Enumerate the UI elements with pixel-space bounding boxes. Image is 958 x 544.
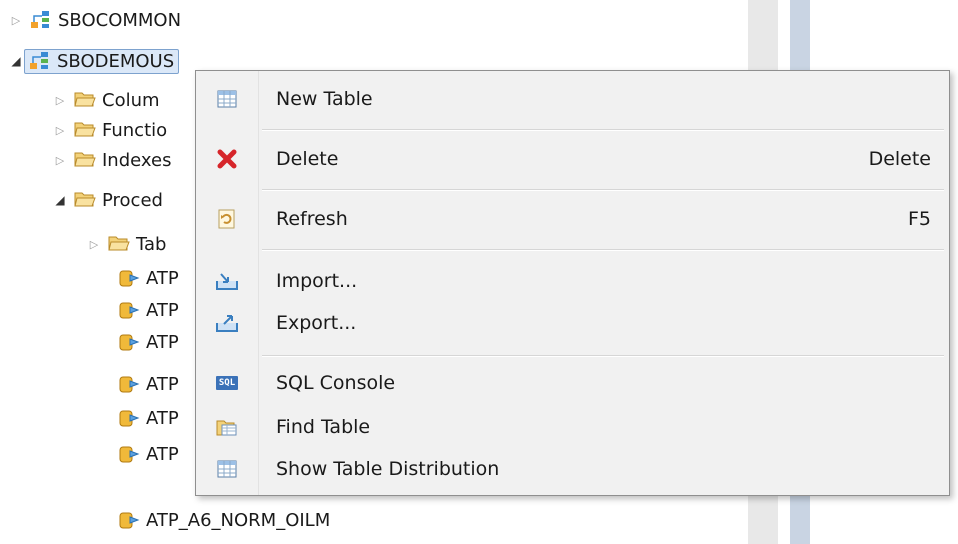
tree-item-sbodemous[interactable]: ◢ SBODEMOUS <box>8 47 180 75</box>
folder-open-icon <box>74 190 96 210</box>
menu-separator <box>262 189 944 191</box>
tree-item-functions-folder[interactable]: ▷ Functio <box>52 116 167 144</box>
menu-item-label: Find Table <box>276 416 371 438</box>
menu-item-label: New Table <box>276 88 373 110</box>
menu-item-shortcut: Delete <box>868 148 931 170</box>
menu-item-label: SQL Console <box>276 372 396 394</box>
procedure-icon <box>118 408 140 428</box>
tree-item-columns-folder[interactable]: ▷ Colum <box>52 86 160 114</box>
tree-item-label: SBOCOMMON <box>58 9 182 31</box>
tree-item-label: ATP <box>146 373 179 395</box>
tree-item-procedure[interactable]: ATP <box>112 370 179 398</box>
delete-x-icon <box>196 149 258 169</box>
tree-item-procedure[interactable]: ATP_A6_NORM_OILM <box>112 506 330 534</box>
tree-item-label: ATP <box>146 267 179 289</box>
export-icon <box>196 314 258 332</box>
tree-item-procedures-folder[interactable]: ◢ Proced <box>52 186 163 214</box>
menu-item-label: Import... <box>276 270 358 292</box>
menu-item-new-table[interactable]: New Table <box>196 79 949 119</box>
menu-item-label: Delete <box>276 148 339 170</box>
tree-item-label: Tab <box>136 233 167 255</box>
procedure-icon <box>118 332 140 352</box>
sql-badge: SQL <box>215 376 239 390</box>
procedure-icon <box>118 300 140 320</box>
expand-arrow-icon[interactable]: ▷ <box>8 12 24 28</box>
menu-item-label: Export... <box>276 312 357 334</box>
tree-item-label: Colum <box>102 89 160 111</box>
procedure-icon <box>118 444 140 464</box>
expand-arrow-icon[interactable]: ▷ <box>86 236 102 252</box>
selection-highlight: SBODEMOUS <box>24 48 180 74</box>
folder-icon <box>74 120 96 140</box>
folder-icon <box>108 234 130 254</box>
tree-item-procedure[interactable]: ATP <box>112 296 179 324</box>
menu-item-refresh[interactable]: Refresh F5 <box>196 199 949 239</box>
menu-separator <box>262 249 944 251</box>
menu-item-delete[interactable]: Delete Delete <box>196 139 949 179</box>
schema-icon <box>30 10 52 30</box>
table-distribution-icon <box>196 460 258 478</box>
procedure-icon <box>118 268 140 288</box>
menu-separator <box>262 129 944 131</box>
menu-item-label: Refresh <box>276 208 348 230</box>
menu-item-sql-console[interactable]: SQL SQL Console <box>196 363 949 403</box>
tree-item-procedure[interactable]: ATP <box>112 440 179 468</box>
expand-arrow-icon[interactable]: ▷ <box>52 92 68 108</box>
tree-item-label: ATP <box>146 407 179 429</box>
tree-item-label: ATP_A6_NORM_OILM <box>146 509 331 531</box>
menu-item-import[interactable]: Import... <box>196 261 949 301</box>
tree-item-procedure[interactable]: ATP <box>112 328 179 356</box>
collapse-arrow-icon[interactable]: ◢ <box>8 53 24 69</box>
refresh-icon <box>196 208 258 230</box>
procedure-icon <box>118 374 140 394</box>
tree-item-table-types-folder[interactable]: ▷ Tab <box>86 230 167 258</box>
menu-item-show-table-distribution[interactable]: Show Table Distribution <box>196 449 949 489</box>
tree-item-label: ATP <box>146 331 179 353</box>
folder-icon <box>74 90 96 110</box>
tree-item-label: Indexes <box>102 149 172 171</box>
schema-icon <box>29 51 51 71</box>
procedure-icon <box>118 510 140 530</box>
menu-item-label: Show Table Distribution <box>276 458 500 480</box>
expand-arrow-icon[interactable]: ▷ <box>52 122 68 138</box>
tree-item-sbocommon[interactable]: ▷ SBOCOMMON <box>8 6 181 34</box>
menu-item-export[interactable]: Export... <box>196 303 949 343</box>
folder-icon <box>74 150 96 170</box>
context-menu: New Table Delete Delete Refresh F5 Impor… <box>195 70 950 496</box>
tree-item-label: ATP <box>146 299 179 321</box>
tree-item-indexes-folder[interactable]: ▷ Indexes <box>52 146 172 174</box>
collapse-arrow-icon[interactable]: ◢ <box>52 192 68 208</box>
import-icon <box>196 272 258 290</box>
find-table-icon <box>196 417 258 437</box>
tree-item-procedure[interactable]: ATP <box>112 404 179 432</box>
tree-item-label: ATP <box>146 443 179 465</box>
menu-item-shortcut: F5 <box>907 208 931 230</box>
menu-separator <box>262 355 944 357</box>
tree-item-label: SBODEMOUS <box>57 50 175 72</box>
table-icon <box>196 90 258 108</box>
tree-item-label: Proced <box>102 189 163 211</box>
sql-console-icon: SQL <box>196 376 258 390</box>
tree-item-label: Functio <box>102 119 168 141</box>
expand-arrow-icon[interactable]: ▷ <box>52 152 68 168</box>
tree-item-procedure[interactable]: ATP <box>112 264 179 292</box>
menu-item-find-table[interactable]: Find Table <box>196 407 949 447</box>
